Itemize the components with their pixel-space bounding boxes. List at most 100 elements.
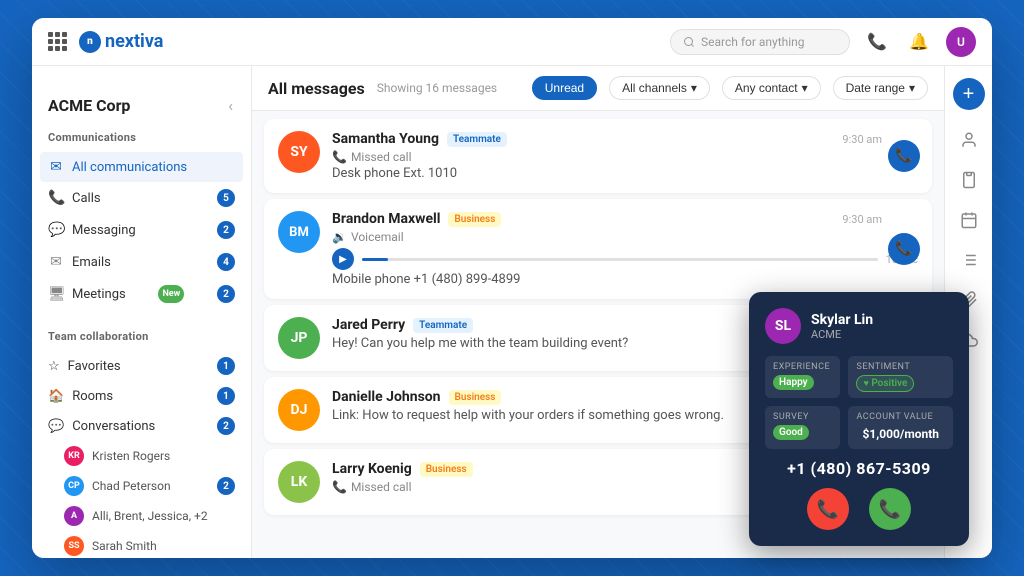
conversations-icon: 💬: [48, 419, 64, 434]
message-card-samantha[interactable]: SY Samantha Young Teammate 📞 Missed call…: [264, 119, 932, 193]
contact-filter-btn[interactable]: Any contact ▾: [722, 76, 821, 100]
favorites-badge: 1: [217, 357, 235, 375]
rail-add-btn[interactable]: +: [953, 78, 985, 110]
samantha-name: Samantha Young: [332, 131, 439, 147]
jared-tag: Teammate: [413, 318, 473, 333]
message-card-brandon[interactable]: BM Brandon Maxwell Business 🔉 Voicemail …: [264, 199, 932, 299]
brandon-detail: Mobile phone +1 (480) 899-4899: [332, 272, 918, 287]
channels-filter-btn[interactable]: All channels ▾: [609, 76, 710, 100]
sidebar-item-label: Calls: [72, 191, 101, 206]
messaging-icon: 💬: [48, 222, 64, 238]
play-button[interactable]: ▶: [332, 248, 354, 270]
rooms-label: Rooms: [72, 389, 113, 404]
user-avatar[interactable]: U: [946, 27, 976, 57]
conversations-badge: 2: [217, 417, 235, 435]
samantha-call-btn[interactable]: 📞: [888, 140, 920, 172]
sidebar-item-calls[interactable]: 📞 Calls 5: [32, 182, 251, 214]
experience-stat: EXPERIENCE Happy: [765, 356, 840, 398]
team-section-label: Team collaboration: [32, 330, 251, 351]
sidebar-item-label: Meetings: [72, 287, 126, 302]
kristen-avatar: KR: [64, 446, 84, 466]
meetings-icon: 🖥: [48, 286, 64, 302]
sidebar: ACME Corp ‹ Communications ✉ All communi…: [32, 66, 252, 558]
kristen-label: Kristen Rogers: [92, 449, 170, 463]
sidebar-item-all-comms[interactable]: ✉ All communications: [40, 152, 243, 182]
chad-badge: 2: [217, 477, 235, 495]
brandon-call-btn[interactable]: 📞: [888, 233, 920, 265]
caller-actions: 📞 📞: [765, 488, 953, 530]
alli-avatar: A: [64, 506, 84, 526]
rail-person-icon[interactable]: [951, 122, 987, 158]
rail-list-icon[interactable]: [951, 242, 987, 278]
communications-section-label: Communications: [32, 131, 251, 152]
search-placeholder: Search for anything: [701, 35, 805, 49]
samantha-sub: Missed call: [351, 150, 412, 164]
sidebar-item-rooms[interactable]: 🏠 Rooms 1: [32, 381, 251, 411]
grid-menu-icon[interactable]: [48, 32, 67, 51]
date-filter-btn[interactable]: Date range ▾: [833, 76, 928, 100]
voicemail-player: ▶ 15 sec: [332, 248, 918, 270]
larry-tag: Business: [420, 462, 473, 477]
brandon-content: Brandon Maxwell Business 🔉 Voicemail ▶ 1…: [332, 211, 918, 287]
nav-icons: 📞 🔔 U: [862, 27, 976, 57]
sub-item-chad[interactable]: CP Chad Peterson 2: [32, 471, 251, 501]
top-nav: n nextiva Search for anything 📞 🔔 U: [32, 18, 992, 66]
contact-filter-label: Any contact: [735, 81, 798, 95]
messaging-badge: 2: [217, 221, 235, 239]
call-icon-btn[interactable]: 📞: [888, 233, 920, 265]
samantha-time: 9:30 am: [842, 133, 882, 146]
samantha-tag: Teammate: [447, 132, 507, 147]
sidebar-item-conversations[interactable]: 💬 Conversations 2: [32, 411, 251, 441]
phone-nav-icon[interactable]: 📞: [862, 27, 892, 57]
caller-header: SL Skylar Lin ACME: [765, 308, 953, 344]
caller-phone: +1 (480) 867-5309: [765, 459, 953, 478]
danielle-name: Danielle Johnson: [332, 389, 441, 405]
chad-avatar: CP: [64, 476, 84, 496]
rail-calendar-icon[interactable]: [951, 202, 987, 238]
brandon-name: Brandon Maxwell: [332, 211, 440, 227]
channels-filter-label: All channels: [622, 81, 687, 95]
conversations-label: Conversations: [72, 419, 155, 434]
survey-value: Good: [773, 425, 809, 440]
sarah-label: Sarah Smith: [92, 539, 157, 553]
decline-call-btn[interactable]: 📞: [807, 488, 849, 530]
call-icon-btn[interactable]: 📞: [888, 140, 920, 172]
sidebar-item-messaging[interactable]: 💬 Messaging 2: [32, 214, 251, 246]
survey-label: SURVEY: [773, 412, 832, 422]
meetings-new-badge: New: [158, 285, 184, 303]
survey-stat: SURVEY Good: [765, 406, 840, 449]
larry-sub: Missed call: [351, 480, 412, 494]
collapse-icon[interactable]: ‹: [226, 94, 235, 117]
logo-text: nextiva: [105, 31, 163, 52]
sidebar-item-favorites[interactable]: ☆ Favorites 1: [32, 351, 251, 381]
larry-name: Larry Koenig: [332, 461, 412, 477]
rail-clipboard-icon[interactable]: [951, 162, 987, 198]
samantha-content: Samantha Young Teammate 📞 Missed call De…: [332, 131, 918, 181]
sidebar-item-meetings[interactable]: 🖥 Meetings New 2: [32, 278, 251, 310]
brandon-avatar: BM: [278, 211, 320, 253]
voicemail-icon: 🔉: [332, 230, 347, 244]
messages-header: All messages Showing 16 messages Unread …: [252, 66, 944, 111]
account-value: $1,000/month: [856, 425, 945, 443]
sub-item-sarah[interactable]: SS Sarah Smith: [32, 531, 251, 558]
search-icon: [683, 36, 695, 48]
sidebar-item-label: All communications: [72, 160, 187, 175]
caller-name: Skylar Lin: [811, 312, 873, 328]
sidebar-item-emails[interactable]: ✉ Emails 4: [32, 246, 251, 278]
jared-name: Jared Perry: [332, 317, 405, 333]
accept-call-btn[interactable]: 📞: [869, 488, 911, 530]
sidebar-header: ACME Corp ‹: [32, 82, 251, 121]
sentiment-stat: SENTIMENT ♥ Positive: [848, 356, 953, 398]
rooms-icon: 🏠: [48, 389, 64, 404]
unread-filter-btn[interactable]: Unread: [532, 76, 597, 100]
sentiment-value: ♥ Positive: [856, 375, 914, 392]
sub-item-kristen[interactable]: KR Kristen Rogers: [32, 441, 251, 471]
call-icon: 📞: [332, 480, 347, 494]
sub-item-alli[interactable]: A Alli, Brent, Jessica, +2: [32, 501, 251, 531]
experience-value: Happy: [773, 375, 814, 390]
danielle-tag: Business: [449, 390, 502, 405]
caller-avatar: SL: [765, 308, 801, 344]
search-bar[interactable]: Search for anything: [670, 29, 850, 55]
chevron-down-icon: ▾: [691, 81, 697, 95]
bell-nav-icon[interactable]: 🔔: [904, 27, 934, 57]
